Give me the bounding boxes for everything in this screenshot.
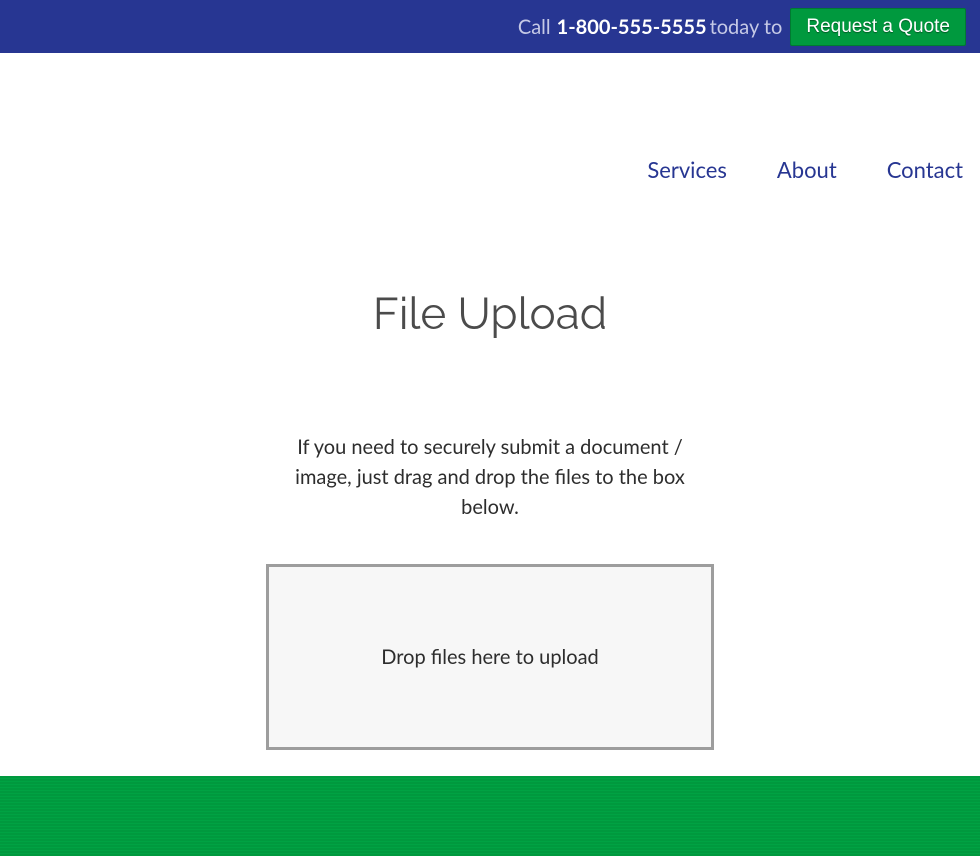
nav-about[interactable]: About	[777, 156, 837, 183]
request-quote-button[interactable]: Request a Quote	[790, 8, 966, 46]
dropzone-label: Drop files here to upload	[381, 645, 598, 669]
page-title: File Upload	[0, 289, 980, 340]
phone-number[interactable]: 1-800-555-5555	[557, 15, 707, 39]
nav-contact[interactable]: Contact	[887, 156, 963, 183]
header-area: Services About Contact	[0, 53, 980, 285]
footer	[0, 776, 980, 856]
top-bar: Call 1-800-555-5555 today to Request a Q…	[0, 0, 980, 53]
file-dropzone[interactable]: Drop files here to upload	[266, 564, 714, 750]
upload-description: If you need to securely submit a documen…	[268, 432, 713, 522]
main-content: If you need to securely submit a documen…	[0, 432, 980, 750]
nav-services[interactable]: Services	[647, 156, 727, 183]
call-prefix: Call	[518, 15, 551, 39]
main-nav: Services About Contact	[647, 156, 963, 183]
today-to-text: today to	[710, 15, 783, 39]
